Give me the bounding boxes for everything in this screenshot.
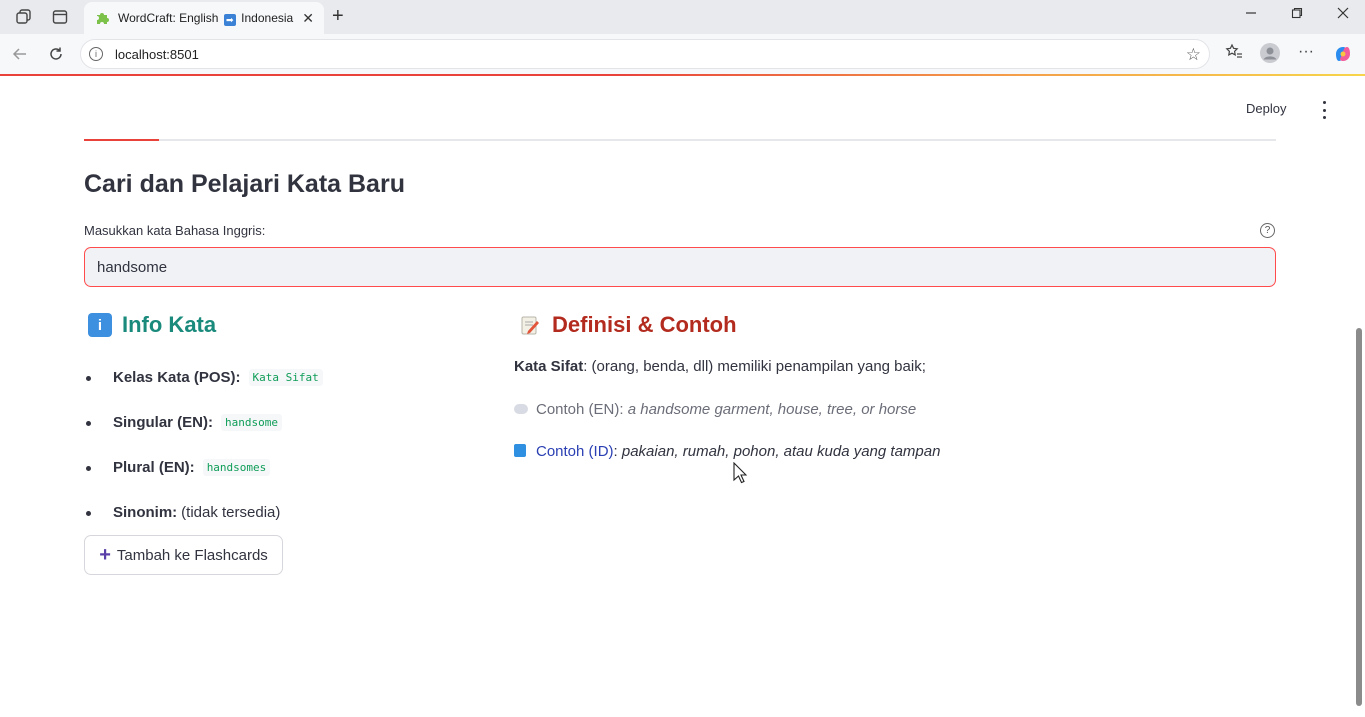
tab-actions-icon[interactable] xyxy=(49,6,71,28)
list-item-synonym: Sinonim: (tidak tersedia) xyxy=(84,490,464,535)
more-options-icon[interactable]: ··· xyxy=(1294,43,1318,65)
definition-text: Kata Sifat: (orang, benda, dll) memiliki… xyxy=(514,358,926,375)
tab-title: WordCraft: English xyxy=(118,10,219,25)
synonym-key: Sinonim: xyxy=(113,504,178,521)
right-arrow-icon: ➡ xyxy=(223,13,236,26)
url-text: localhost:8501 xyxy=(115,46,199,62)
blue-book-icon xyxy=(514,444,526,457)
list-item-singular: Singular (EN): handsome xyxy=(84,400,464,445)
browser-tab-active[interactable]: WordCraft: English ➡ Indonesia ✕ xyxy=(84,2,324,34)
add-to-flashcards-label: Tambah ke Flashcards xyxy=(116,546,268,564)
url-field[interactable]: i localhost:8501 ☆ xyxy=(80,39,1210,69)
page-scrollbar-thumb[interactable] xyxy=(1356,328,1362,706)
favorites-icon[interactable] xyxy=(1222,43,1246,65)
example-id: Contoh (ID): pakaian, rumah, pohon, atau… xyxy=(514,443,940,460)
site-info-icon[interactable]: i xyxy=(89,47,103,61)
favorite-star-icon[interactable]: ☆ xyxy=(1186,45,1201,65)
plural-value: handsomes xyxy=(202,459,271,476)
word-input-label: Masukkan kata Bahasa Inggris: xyxy=(84,223,266,238)
header-divider-accent xyxy=(84,139,159,141)
new-tab-button[interactable]: + xyxy=(332,5,344,28)
definisi-heading: Definisi & Contoh xyxy=(518,312,737,338)
example-en: Contoh (EN): a handsome garment, house, … xyxy=(514,401,916,418)
help-icon[interactable]: ? xyxy=(1260,223,1275,238)
tab-title-suffix: Indonesia xyxy=(241,10,294,25)
deploy-button[interactable]: Deploy xyxy=(1246,101,1286,116)
page-title: Cari dan Pelajari Kata Baru xyxy=(84,170,405,198)
browser-tab-bar: WordCraft: English ➡ Indonesia ✕ + xyxy=(0,0,1365,34)
pos-key: Kelas Kata (POS): xyxy=(113,369,241,386)
definisi-title: Definisi & Contoh xyxy=(552,312,737,337)
list-item-pos: Kelas Kata (POS): Kata Sifat xyxy=(84,355,464,400)
singular-key: Singular (EN): xyxy=(113,414,213,431)
copilot-icon[interactable] xyxy=(1331,43,1355,65)
word-info-list: Kelas Kata (POS): Kata Sifat Singular (E… xyxy=(84,355,464,535)
speech-bubble-icon xyxy=(514,404,528,414)
restore-button[interactable] xyxy=(1277,6,1317,22)
workspaces-icon[interactable] xyxy=(13,6,35,28)
example-id-text: pakaian, rumah, pohon, atau kuda yang ta… xyxy=(621,443,941,460)
minimize-button[interactable] xyxy=(1231,6,1271,22)
example-en-text: a handsome garment, house, tree, or hors… xyxy=(627,401,917,418)
address-bar: i localhost:8501 ☆ ··· xyxy=(0,34,1365,74)
pos-value: Kata Sifat xyxy=(248,369,323,386)
page-load-progress xyxy=(0,74,1365,76)
example-en-label: Contoh (EN): xyxy=(536,401,624,418)
singular-value: handsome xyxy=(221,414,282,431)
definition-pos: Kata Sifat xyxy=(514,358,584,375)
example-id-label: Contoh (ID) xyxy=(536,443,614,460)
puzzle-favicon-icon xyxy=(94,10,110,26)
close-tab-icon[interactable]: ✕ xyxy=(302,10,314,27)
add-to-flashcards-button[interactable]: + Tambah ke Flashcards xyxy=(84,535,283,575)
main-menu-icon[interactable] xyxy=(1318,101,1330,119)
profile-avatar-icon[interactable] xyxy=(1258,43,1282,65)
mouse-cursor-icon xyxy=(733,461,748,489)
plural-key: Plural (EN): xyxy=(113,459,195,476)
info-kata-title: Info Kata xyxy=(122,312,217,337)
memo-icon xyxy=(518,313,542,337)
synonym-value: (tidak tersedia) xyxy=(181,504,281,521)
definition-body: : (orang, benda, dll) memiliki penampila… xyxy=(583,358,926,375)
info-icon: i xyxy=(88,313,112,337)
back-icon[interactable] xyxy=(9,43,31,65)
info-kata-heading: i Info Kata xyxy=(88,312,216,338)
plus-icon: + xyxy=(99,544,111,566)
header-divider xyxy=(84,139,1276,141)
close-window-button[interactable] xyxy=(1323,6,1363,22)
english-word-input[interactable] xyxy=(84,247,1276,287)
reload-icon[interactable] xyxy=(45,43,67,65)
list-item-plural: Plural (EN): handsomes xyxy=(84,445,464,490)
